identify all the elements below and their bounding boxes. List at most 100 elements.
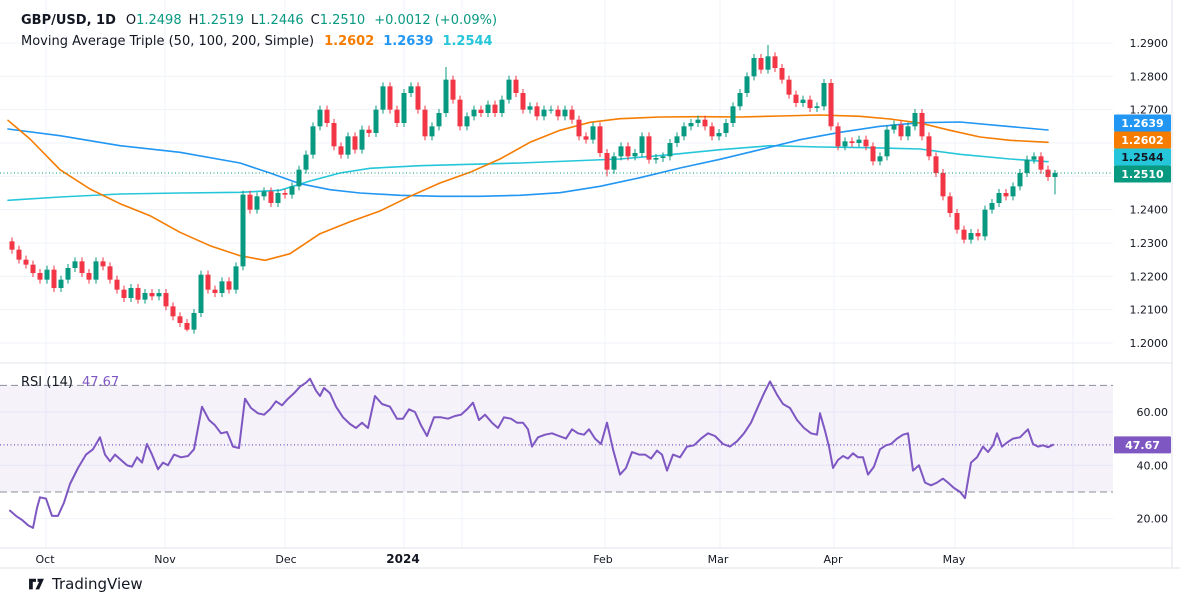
candle-body [457,99,463,127]
rsi-pane[interactable] [0,377,1113,529]
candle-body [23,259,29,265]
price-axis[interactable]: 1.29001.28001.27001.24001.23001.22001.21… [1114,37,1171,526]
candle-body [954,213,960,230]
candle-body [982,209,988,237]
candle-body [9,241,15,250]
candle-body [128,288,134,298]
candle-body [289,186,295,195]
candle-body [1010,186,1016,197]
price-axis-label: 1.2100 [1130,304,1169,317]
candle-body [492,104,498,113]
candle-body [800,99,806,103]
candle-body [618,146,624,157]
candle-body [366,129,372,133]
candle-body [506,79,512,100]
candle-body [1052,173,1058,177]
candle-body [247,194,253,210]
rsi-band-fill [0,385,1113,492]
candle-body [121,289,127,298]
candle-body [912,113,918,127]
candle-body [1024,159,1030,173]
candle-body [702,119,708,127]
candle-body [604,153,610,170]
candle-body [828,83,834,127]
chart-canvas[interactable]: 1.29001.28001.27001.24001.23001.22001.21… [0,0,1180,607]
candle-body [58,279,64,288]
candle-body [772,56,778,68]
candle-body [646,136,652,160]
time-axis[interactable]: Oct Nov Dec 2024 Feb Mar Apr May [35,552,965,566]
candle-body [779,68,785,80]
candle-body [730,106,736,123]
candle-body [849,141,855,143]
candle-body [352,136,358,150]
candle-body [996,193,1002,203]
ma-line-50 [7,114,1049,262]
candle-body [786,79,792,95]
candle-body [44,269,50,280]
time-axis-label: Apr [823,553,843,566]
candle-body [933,156,939,173]
candle-body [877,156,883,162]
candle-body [415,86,421,110]
tradingview-icon [28,577,45,591]
ma-indicator-title[interactable]: Moving Average Triple (50, 100, 200, Sim… [21,34,314,49]
candle-body [737,93,743,107]
candle-body [975,233,981,237]
candle-body [149,293,155,297]
rsi-indicator-title[interactable]: RSI (14) [21,375,73,390]
candle-body [751,58,757,77]
candle-body [184,323,190,330]
candle-body [870,146,876,162]
candle-body [548,109,554,111]
candle-body [541,109,547,117]
candle-body [625,146,631,157]
candle-body [926,136,932,157]
chart-window: 1.2900 1.2800 1.2700 1.2400 1.2300 1.2200 1.21… [0,0,1180,607]
ma100-value: 1.2639 [383,34,434,49]
candle-body [863,139,869,147]
time-axis-label: May [943,553,966,566]
price-pane[interactable] [0,45,1113,334]
ma200-value: 1.2544 [442,34,493,49]
candle-body [240,194,246,267]
candle-body [898,124,904,137]
candle-body [401,93,407,123]
candle-body [114,279,120,290]
candle-body [744,76,750,93]
candle-body [205,274,211,290]
candle-body [709,126,715,137]
candle-body [590,126,596,140]
candle-body [429,126,435,137]
candle-body [380,86,386,110]
candle-body [513,79,519,93]
candle-body [842,141,848,147]
candle-body [303,154,309,170]
tradingview-logo[interactable]: TradingView [28,575,143,593]
candle-body [639,136,645,153]
ma-legend: Moving Average Triple (50, 100, 200, Sim… [21,34,502,49]
candle-body [583,136,589,140]
candle-body [30,264,36,273]
candle-body [758,58,764,70]
candle-body [527,106,533,110]
candle-body [968,233,974,240]
candle-body [835,126,841,147]
candle-body [394,109,400,123]
candle-body [310,126,316,155]
candle-body [296,169,302,187]
price-badge-label: 1.2544 [1121,151,1164,164]
candle-body [275,193,281,203]
candle-body [814,106,820,108]
rsi-badge-label: 47.67 [1125,439,1160,452]
candle-body [135,288,141,300]
time-axis-label: Mar [708,553,729,566]
symbol-title[interactable]: GBP/USD, 1D [21,13,116,28]
candle-body [989,203,995,210]
price-axis-label: 1.2900 [1130,37,1169,50]
time-axis-label: Oct [35,553,55,566]
rsi-legend: RSI (14) 47.67 [21,375,119,390]
candle-body [499,99,505,113]
time-axis-label: 2024 [386,552,419,566]
candle-body [51,269,57,288]
